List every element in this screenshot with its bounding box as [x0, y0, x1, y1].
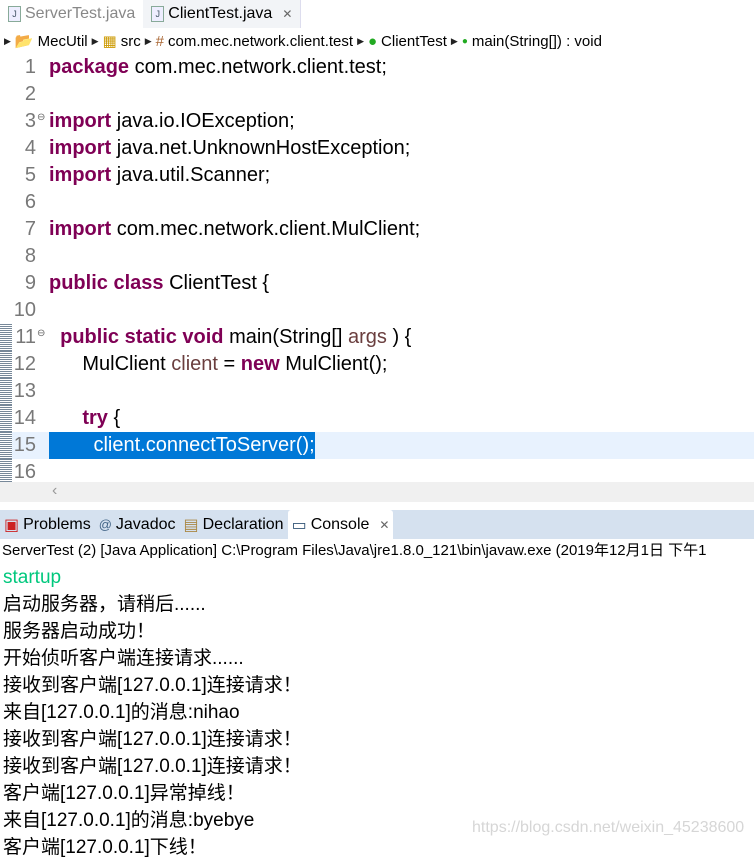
code-line[interactable]: 7 import com.mec.network.client.MulClient… — [0, 216, 754, 243]
console-line: 接收到客户端[127.0.0.1]连接请求！ — [3, 756, 302, 777]
console-line: 启动服务器，请稍后...... — [3, 594, 206, 615]
tab-label: Javadoc — [115, 515, 176, 533]
project-icon: 📂 — [14, 33, 34, 50]
code-text: public static void main(String[] args ) … — [60, 326, 412, 348]
console-line: 开始侦听客户端连接请求...... — [3, 648, 244, 669]
tab-label: Console — [310, 515, 370, 533]
console-line: 来自[127.0.0.1]的消息:byebye — [3, 810, 255, 831]
watermark: https://blog.csdn.net/weixin_45238600 — [472, 819, 745, 836]
tab-clienttest[interactable]: J ClientTest.java ✕ — [143, 0, 302, 28]
horizontal-scrollbar[interactable]: ‹ — [0, 482, 754, 502]
line-number: 9 — [24, 272, 36, 294]
tab-servertest[interactable]: J ServerTest.java — [0, 0, 143, 28]
line-number: 5 — [24, 164, 36, 186]
console-line: 来自[127.0.0.1]的消息:nihao — [3, 702, 240, 723]
console-line: 接收到客户端[127.0.0.1]连接请求！ — [3, 729, 302, 750]
tab-label: ServerTest.java — [25, 5, 136, 22]
java-file-icon: J — [151, 6, 165, 22]
tab-label: Declaration — [202, 515, 284, 533]
code-line[interactable]: 3 ⊖ import java.io.IOException; — [0, 108, 754, 135]
console-line: 接收到客户端[127.0.0.1]连接请求！ — [3, 675, 302, 696]
code-line[interactable]: 9 public class ClientTest { — [0, 270, 754, 297]
code-text: import java.io.IOException; — [49, 110, 295, 132]
at-icon: @ — [98, 517, 112, 532]
tab-console[interactable]: ▭ Console ✕ — [287, 510, 394, 539]
code-text: try { — [82, 407, 121, 429]
fold-icon[interactable]: ⊖ — [37, 104, 45, 131]
code-text: package com.mec.network.client.test; — [49, 56, 387, 78]
code-line[interactable]: 5 import java.util.Scanner; — [0, 162, 754, 189]
chevron-right-icon[interactable]: ▶ — [92, 36, 99, 47]
tab-javadoc[interactable]: @ Javadoc — [95, 510, 180, 539]
line-number: 13 — [13, 380, 36, 402]
scroll-left-icon[interactable]: ‹ — [52, 482, 57, 500]
console-line: 客户端[127.0.0.1]异常掉线！ — [3, 783, 245, 804]
method-icon: ● — [461, 35, 468, 47]
class-icon: ● — [367, 32, 378, 50]
code-line[interactable]: 8 — [0, 243, 754, 270]
code-line[interactable]: 14 try { — [0, 405, 754, 432]
code-line[interactable]: 2 — [0, 81, 754, 108]
line-number: 4 — [24, 137, 36, 159]
code-line[interactable]: 13 — [0, 378, 754, 405]
breadcrumb-method[interactable]: main(String[]) : void — [472, 33, 602, 50]
tab-label: Problems — [23, 515, 91, 533]
close-icon[interactable]: ✕ — [282, 7, 292, 21]
panel-tabs: ▣ Problems @ Javadoc ▤ Declaration ▭ Console… — [0, 510, 754, 539]
chevron-right-icon[interactable]: ▶ — [4, 36, 11, 47]
declaration-icon: ▤ — [183, 516, 199, 534]
code-line[interactable]: 6 — [0, 189, 754, 216]
fold-icon[interactable]: ⊖ — [37, 320, 45, 347]
code-line[interactable]: 11 ⊖ public static void main(String[] arg… — [0, 324, 754, 351]
code-line[interactable]: 10 — [0, 297, 754, 324]
java-file-icon: J — [8, 6, 21, 22]
package-icon: # — [155, 32, 164, 50]
line-number: 3 — [24, 110, 36, 132]
line-number: 12 — [13, 353, 36, 375]
line-number: 6 — [24, 191, 36, 213]
close-icon[interactable]: ✕ — [379, 518, 389, 532]
chevron-right-icon[interactable]: ▶ — [145, 36, 152, 47]
line-number: 2 — [24, 83, 36, 105]
code-line[interactable]: 15 client.connectToServer(); — [0, 432, 754, 459]
console-line: 服务器启动成功！ — [3, 621, 156, 642]
line-number: 11 — [15, 326, 36, 348]
console-line: 客户端[127.0.0.1]下线！ — [3, 837, 207, 858]
console-icon: ▭ — [291, 516, 307, 534]
line-number: 7 — [24, 218, 36, 240]
breadcrumb-src[interactable]: src — [121, 33, 141, 50]
console-line: startup — [3, 567, 62, 588]
breadcrumb-project[interactable]: MecUtil — [38, 33, 88, 50]
code-text: import java.net.UnknownHostException; — [49, 137, 411, 159]
tab-problems[interactable]: ▣ Problems — [0, 510, 95, 539]
problems-icon: ▣ — [4, 516, 20, 534]
code-text: MulClient client = new MulClient(); — [49, 353, 388, 375]
tab-label: ClientTest.java — [168, 5, 273, 22]
editor-tabs: J ServerTest.java J ClientTest.java ✕ — [0, 0, 754, 28]
console-output[interactable]: startup 启动服务器，请稍后...... 服务器启动成功！ 开始侦听客户端连接请… — [3, 564, 302, 861]
tab-declaration[interactable]: ▤ Declaration — [180, 510, 288, 539]
source-folder-icon: ▦ — [102, 33, 117, 50]
breadcrumb: ▶ 📂 MecUtil ▶ ▦ src ▶ # com.mec.network.client… — [0, 28, 754, 54]
code-line[interactable]: 12 MulClient client = new MulClient(); — [0, 351, 754, 378]
line-number: 8 — [24, 245, 36, 267]
code-line[interactable]: 4 import java.net.UnknownHostException; — [0, 135, 754, 162]
line-number: 1 — [24, 56, 36, 78]
line-number: 14 — [13, 407, 36, 429]
code-line[interactable]: 1 package com.mec.network.client.test; — [0, 54, 754, 81]
code-editor[interactable]: 1 package com.mec.network.client.test; 2 3 ⊖… — [0, 54, 754, 486]
code-text: import com.mec.network.client.MulClient; — [49, 218, 421, 240]
console-process-info: ServerTest (2) [Java Application] C:\Pro… — [2, 542, 707, 559]
chevron-right-icon[interactable]: ▶ — [451, 36, 458, 47]
line-number: 15 — [13, 434, 36, 456]
code-text: public class ClientTest { — [49, 272, 270, 294]
line-number: 10 — [13, 299, 36, 321]
breadcrumb-package[interactable]: com.mec.network.client.test — [168, 33, 353, 50]
chevron-right-icon[interactable]: ▶ — [357, 36, 364, 47]
breadcrumb-class[interactable]: ClientTest — [381, 33, 447, 50]
code-text: import java.util.Scanner; — [49, 164, 271, 186]
code-text: client.connectToServer(); — [49, 432, 315, 459]
